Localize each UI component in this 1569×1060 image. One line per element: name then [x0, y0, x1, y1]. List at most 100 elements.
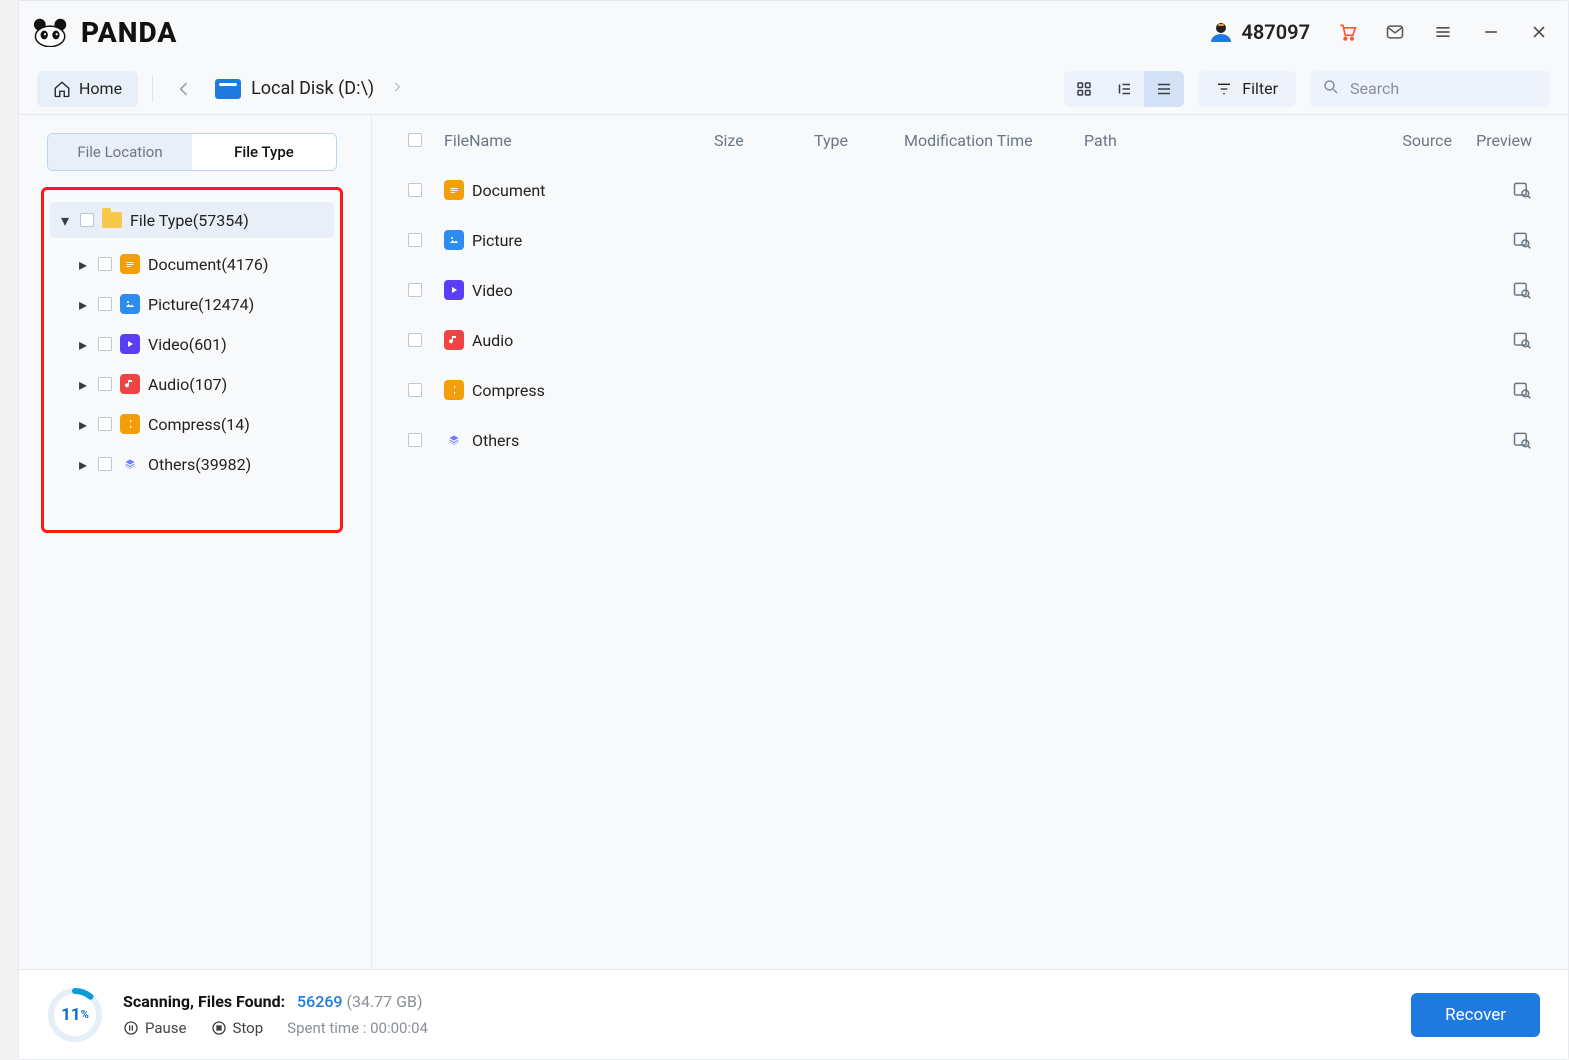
row-preview-button[interactable] — [1496, 230, 1532, 250]
pause-label: Pause — [145, 1019, 187, 1037]
caret-right-icon: ▸ — [76, 455, 90, 474]
checkbox[interactable] — [98, 297, 112, 311]
checkbox[interactable] — [98, 257, 112, 271]
tree-item-pic[interactable]: ▸ Picture(12474) — [50, 284, 334, 324]
progress-ring: 11% — [47, 987, 103, 1043]
table-row[interactable]: Others — [372, 415, 1568, 465]
row-preview-button[interactable] — [1496, 430, 1532, 450]
user-chip[interactable]: 487097 — [1209, 20, 1310, 44]
view-list-button[interactable] — [1144, 71, 1184, 107]
checkbox[interactable] — [80, 213, 94, 227]
row-checkbox[interactable] — [408, 183, 422, 197]
tree-item-label: Others(39982) — [148, 455, 251, 474]
filter-button[interactable]: Filter — [1198, 71, 1296, 107]
progress-unit: % — [81, 1008, 89, 1021]
view-grid-button[interactable] — [1064, 71, 1104, 107]
pause-button[interactable]: Pause — [123, 1019, 187, 1037]
table-row[interactable]: Compress — [372, 365, 1568, 415]
tree-item-label: Audio(107) — [148, 375, 227, 394]
breadcrumb-disk[interactable]: Local Disk (D:\) — [215, 78, 404, 99]
tree-root[interactable]: ▾ File Type(57354) — [50, 202, 334, 238]
home-button[interactable]: Home — [37, 71, 138, 107]
stop-button[interactable]: Stop — [211, 1019, 264, 1037]
files-found-count: 56269 — [297, 992, 342, 1011]
row-preview-button[interactable] — [1496, 330, 1532, 350]
files-found-size: (34.77 GB) — [346, 992, 422, 1011]
tree-item-aud[interactable]: ▸ Audio(107) — [50, 364, 334, 404]
progress-value: 11 — [61, 1005, 81, 1025]
brand-logo: PANDA — [31, 16, 177, 49]
tree-highlight-box: ▾ File Type(57354) ▸Document(4176) ▸ Pictu… — [41, 187, 343, 533]
caret-right-icon: ▸ — [76, 375, 90, 394]
view-detail-button[interactable] — [1104, 71, 1144, 107]
home-label: Home — [79, 79, 122, 98]
col-path[interactable]: Path — [1084, 131, 1362, 150]
col-size[interactable]: Size — [714, 131, 814, 150]
row-name: Audio — [472, 331, 1496, 350]
disk-icon — [215, 79, 241, 99]
minimize-icon[interactable] — [1480, 21, 1502, 43]
footer-info: Scanning, Files Found: 56269 (34.77 GB) … — [123, 992, 428, 1037]
picture-icon — [120, 294, 140, 314]
select-all-checkbox[interactable] — [408, 133, 422, 147]
caret-right-icon: ▸ — [76, 295, 90, 314]
table-row[interactable]: Video — [372, 265, 1568, 315]
row-preview-button[interactable] — [1496, 280, 1532, 300]
row-checkbox[interactable] — [408, 283, 422, 297]
col-modification[interactable]: Modification Time — [904, 131, 1084, 150]
document-icon — [444, 180, 464, 200]
table-row[interactable]: Document — [372, 165, 1568, 215]
row-checkbox[interactable] — [408, 383, 422, 397]
table-row[interactable]: Audio — [372, 315, 1568, 365]
picture-icon — [444, 230, 464, 250]
col-type[interactable]: Type — [814, 131, 904, 150]
table-row[interactable]: Picture — [372, 215, 1568, 265]
tab-file-type[interactable]: File Type — [192, 134, 336, 170]
chevron-right-icon — [390, 78, 404, 99]
checkbox[interactable] — [98, 377, 112, 391]
col-filename[interactable]: FileName — [444, 131, 714, 150]
compress-icon — [444, 380, 464, 400]
checkbox[interactable] — [98, 457, 112, 471]
row-name: Compress — [472, 381, 1496, 400]
view-mode-group — [1064, 71, 1184, 107]
tree-item-label: Compress(14) — [148, 415, 250, 434]
checkbox[interactable] — [98, 417, 112, 431]
search-input[interactable] — [1310, 71, 1550, 107]
row-checkbox[interactable] — [408, 233, 422, 247]
tree-item-oth[interactable]: ▸ Others(39982) — [50, 444, 334, 484]
row-checkbox[interactable] — [408, 333, 422, 347]
brand-name: PANDA — [81, 16, 177, 49]
col-preview[interactable]: Preview — [1452, 131, 1532, 150]
document-icon — [120, 254, 140, 274]
tree-item-doc[interactable]: ▸Document(4176) — [50, 244, 334, 284]
disk-label: Local Disk (D:\) — [251, 78, 374, 99]
col-source[interactable]: Source — [1362, 131, 1452, 150]
row-checkbox[interactable] — [408, 433, 422, 447]
row-preview-button[interactable] — [1496, 380, 1532, 400]
scan-status-label: Scanning, Files Found: — [123, 992, 285, 1011]
tree-item-zip[interactable]: ▸Compress(14) — [50, 404, 334, 444]
tree-item-vid[interactable]: ▸Video(601) — [50, 324, 334, 364]
table-header: FileName Size Type Modification Time Pat… — [372, 115, 1568, 165]
mail-icon[interactable] — [1384, 21, 1406, 43]
stop-label: Stop — [233, 1019, 264, 1037]
cart-icon[interactable] — [1336, 21, 1358, 43]
row-preview-button[interactable] — [1496, 180, 1532, 200]
table-body: DocumentPictureVideo Audio Compress Others — [372, 165, 1568, 465]
separator — [152, 76, 153, 102]
tab-file-location[interactable]: File Location — [48, 134, 192, 170]
app-window: PANDA 487097 — [18, 0, 1569, 1060]
spent-time: Spent time : 00:00:04 — [287, 1019, 428, 1037]
filter-label: Filter — [1242, 79, 1278, 98]
search-wrap — [1310, 71, 1550, 107]
back-button[interactable] — [167, 72, 201, 106]
menu-icon[interactable] — [1432, 21, 1454, 43]
close-icon[interactable] — [1528, 21, 1550, 43]
recover-button[interactable]: Recover — [1411, 993, 1540, 1037]
sidebar: File Location File Type ▾ File Type(5735… — [19, 115, 371, 969]
others-icon — [120, 454, 140, 474]
tree-item-label: Picture(12474) — [148, 295, 254, 314]
checkbox[interactable] — [98, 337, 112, 351]
main-panel: FileName Size Type Modification Time Pat… — [371, 115, 1568, 969]
